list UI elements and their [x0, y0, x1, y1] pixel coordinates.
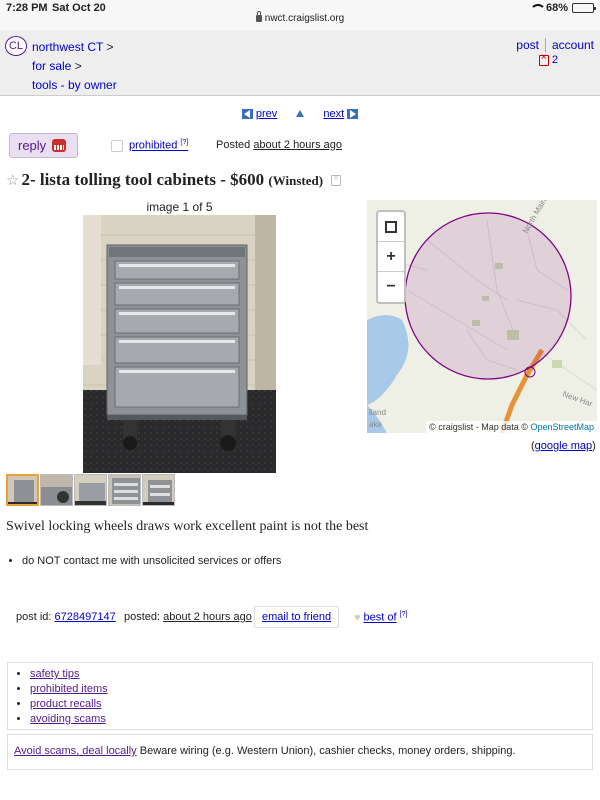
breadcrumb-subcategory[interactable]: tools - by owner — [32, 78, 117, 92]
craigslist-logo[interactable]: CL — [5, 36, 27, 56]
best-of: ♥ best of [?] — [354, 611, 407, 624]
site-header: CL northwest CT > for sale > tools - by … — [0, 30, 600, 96]
safety-tips-link[interactable]: safety tips — [30, 668, 80, 680]
next-arrow-icon[interactable] — [347, 109, 359, 120]
attribution-text: © craigslist - Map data © — [429, 422, 528, 432]
post-id-link[interactable]: 6728497147 — [55, 611, 116, 623]
openstreetmap-link[interactable]: OpenStreetMap — [530, 422, 594, 432]
hidden-count: 2 — [551, 54, 558, 66]
notices-list: do NOT contact me with unsolicited servi… — [22, 555, 281, 567]
image-caption: image 1 of 5 — [146, 200, 213, 214]
post-id: post id: 6728497147 — [16, 611, 116, 623]
posting-title-text: 2- lista tolling tool cabinets - $600 — [21, 170, 265, 189]
fullscreen-button[interactable] — [378, 212, 404, 242]
thumbnail-image — [143, 475, 174, 505]
battery-icon — [572, 3, 596, 13]
thumbnail-image — [109, 475, 140, 505]
breadcrumb-area[interactable]: northwest CT — [32, 40, 103, 54]
post-link[interactable]: post — [516, 38, 539, 52]
map-attribution: © craigslist - Map data © OpenStreetMap — [426, 421, 597, 433]
divider — [544, 38, 546, 52]
safety-item: safety tips — [30, 667, 592, 682]
zoom-in-button[interactable]: + — [378, 242, 404, 272]
posting-title: ☆ 2- lista tolling tool cabinets - $600 (… — [6, 170, 342, 190]
thumbnail-4[interactable] — [108, 474, 141, 506]
safety-item: product recalls — [30, 697, 592, 712]
breadcrumb: northwest CT > for sale > tools - by own… — [32, 38, 117, 95]
next-link[interactable]: next — [323, 108, 344, 120]
breadcrumb-separator: > — [106, 40, 114, 54]
posted-time: Posted about 2 hours ago — [216, 139, 342, 151]
notice-item: do NOT contact me with unsolicited servi… — [22, 555, 281, 567]
posting-location: (Winsted) — [268, 173, 324, 188]
account-link[interactable]: account — [552, 38, 594, 52]
best-of-help[interactable]: [?] — [400, 611, 408, 618]
avoid-scams-link[interactable]: Avoid scams, deal locally — [14, 745, 137, 757]
google-map-link-wrap: (google map) — [531, 440, 596, 452]
status-bar: 7:28 PM Sat Oct 20 68% nwct.craigslist.o… — [0, 0, 600, 30]
map-place-label: ake — [369, 420, 382, 429]
scam-warning: Avoid scams, deal locally Beware wiring … — [7, 734, 593, 770]
thumbnail-image — [41, 475, 72, 505]
posted-label: posted: — [124, 611, 161, 623]
breadcrumb-category[interactable]: for sale — [32, 59, 71, 73]
main-photo[interactable] — [83, 215, 276, 473]
thumbnail-2[interactable] — [40, 474, 73, 506]
prohibited-items-link[interactable]: prohibited items — [30, 683, 108, 695]
safety-item: prohibited items — [30, 682, 592, 697]
location-map[interactable]: North Main S New Har lland ake + − © cra… — [367, 200, 597, 433]
reply-button[interactable]: reply — [9, 133, 78, 158]
thumbnail-image — [8, 476, 37, 504]
flag-help-link[interactable]: [?] — [180, 139, 188, 146]
product-recalls-link[interactable]: product recalls — [30, 698, 102, 710]
thumbnail-3[interactable] — [74, 474, 107, 506]
safety-item: avoiding scams — [30, 712, 592, 727]
scam-warning-text: Beware wiring (e.g. Western Union), cash… — [136, 745, 516, 757]
thumbnail-image — [75, 475, 106, 505]
google-map-link[interactable]: google map — [535, 440, 593, 452]
trash-icon — [538, 52, 549, 66]
safety-links: safety tips prohibited items product rec… — [7, 662, 593, 730]
prev-arrow-icon[interactable] — [241, 109, 253, 120]
lock-icon — [255, 11, 262, 22]
prev-link[interactable]: prev — [256, 108, 277, 120]
post-id-label: post id: — [16, 611, 52, 623]
posted-ago: about 2 hours ago — [253, 139, 342, 151]
reply-label: reply — [18, 138, 47, 153]
thumbnail-1[interactable] — [6, 474, 39, 506]
posted-date: posted: about 2 hours ago — [124, 611, 252, 623]
up-arrow-icon[interactable] — [296, 110, 305, 117]
posted-ago: about 2 hours ago — [163, 611, 252, 623]
email-to-friend-button[interactable]: email to friend — [254, 606, 340, 628]
heart-icon[interactable]: ♥ — [354, 612, 361, 624]
flag-prohibited-link[interactable]: prohibited [?] — [129, 139, 188, 152]
wifi-icon — [529, 3, 546, 13]
best-of-link[interactable]: best of — [364, 612, 397, 624]
flag-label: prohibited — [129, 139, 178, 152]
fullscreen-icon — [385, 220, 397, 233]
tool-cabinet-photo — [83, 215, 276, 473]
posting-navigation: prev next — [0, 108, 600, 120]
map-controls: + − — [376, 210, 406, 304]
breadcrumb-separator: > — [74, 59, 82, 73]
thumbnail-5[interactable] — [142, 474, 175, 506]
address-bar[interactable]: nwct.craigslist.org — [0, 11, 600, 24]
header-links: post account — [516, 38, 594, 52]
flag-checkbox[interactable] — [111, 140, 123, 152]
hidden-posts-counter[interactable]: 2 — [538, 52, 558, 66]
posting-body: Swivel locking wheels draws work excelle… — [6, 519, 369, 534]
posted-prefix: Posted — [216, 139, 251, 151]
phone-icon — [52, 139, 67, 152]
star-icon[interactable]: ☆ — [6, 173, 19, 189]
hide-posting-icon[interactable] — [331, 173, 342, 186]
avoiding-scams-link[interactable]: avoiding scams — [30, 713, 106, 725]
url-text: nwct.craigslist.org — [264, 13, 345, 24]
post-info: post id: 6728497147 posted: about 2 hour… — [16, 606, 596, 630]
map-place-label: lland — [369, 408, 386, 417]
image-thumbnails — [6, 474, 175, 506]
zoom-out-button[interactable]: − — [378, 272, 404, 302]
